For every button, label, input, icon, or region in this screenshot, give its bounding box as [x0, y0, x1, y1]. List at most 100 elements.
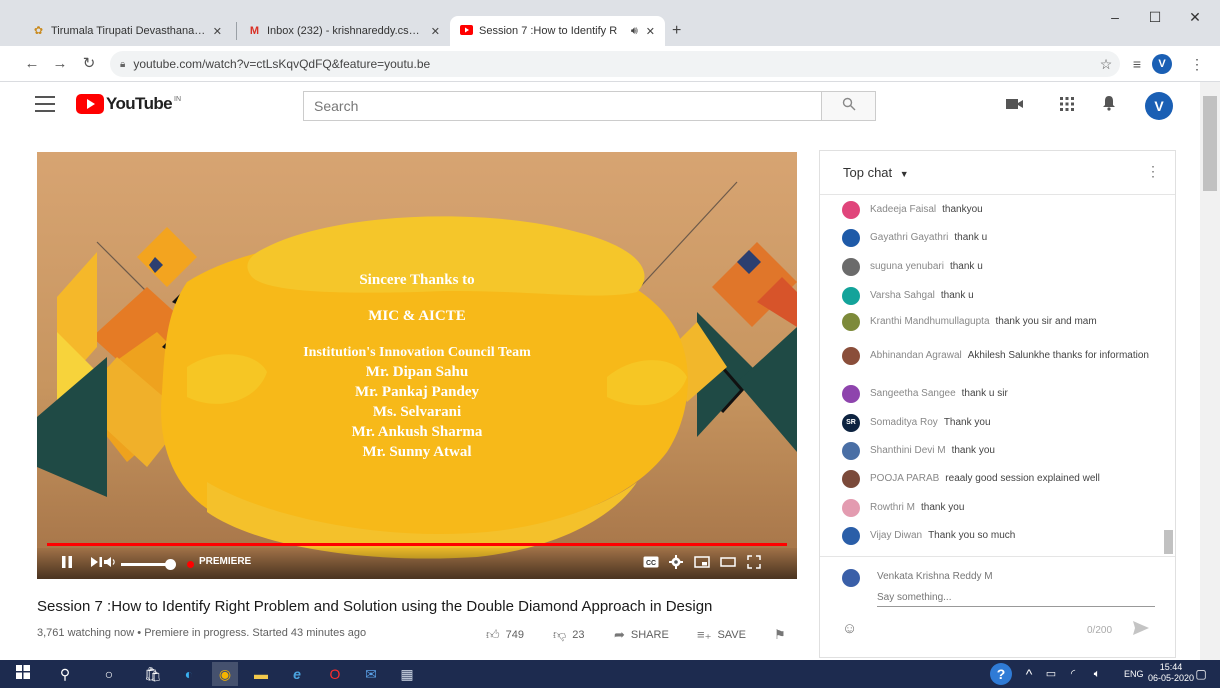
bookmark-star-icon[interactable]: ☆ — [1094, 52, 1118, 76]
minimize-button[interactable]: – — [1095, 6, 1135, 28]
edge-icon[interactable]: ◐ — [176, 662, 202, 686]
internet-explorer-icon[interactable]: e — [284, 662, 310, 686]
slide-name: Mr. Pankaj Pandey — [354, 384, 480, 400]
user-avatar[interactable]: V — [1145, 92, 1173, 120]
chat-more-options-icon[interactable]: ⋮ — [1146, 163, 1160, 180]
pause-button[interactable] — [59, 555, 75, 573]
closed-captions-icon: CC — [643, 556, 659, 568]
chat-mode-label: Top chat — [843, 165, 893, 180]
share-button[interactable]: ➦ SHARE — [614, 627, 669, 643]
forward-button[interactable]: → — [48, 52, 72, 76]
user-avatar — [842, 229, 860, 247]
close-window-button[interactable]: ✕ — [1175, 6, 1215, 28]
chat-scrollbar-thumb[interactable] — [1164, 530, 1173, 554]
report-button[interactable]: ⚑ — [774, 627, 792, 643]
help-icon[interactable]: ? — [990, 663, 1012, 685]
close-tab-icon[interactable]: ✕ — [431, 25, 440, 38]
calculator-icon[interactable]: ▦ — [394, 662, 420, 686]
video-player[interactable]: Sincere Thanks to MIC & AICTE Institutio… — [37, 152, 797, 579]
back-button[interactable]: ← — [20, 52, 44, 76]
gear-icon — [669, 555, 683, 569]
guide-menu-icon[interactable] — [35, 96, 55, 112]
chat-author: Shanthini Devi M — [870, 445, 946, 456]
windows-start-icon[interactable] — [10, 662, 36, 686]
fullscreen-button[interactable] — [745, 555, 763, 573]
tab-youtube-session[interactable]: Session 7 :How to Identify R 🔊︎ ✕ — [450, 16, 665, 46]
chat-author: Kadeeja Faisal — [870, 204, 937, 215]
premiere-badge: PREMIERE — [199, 556, 252, 567]
user-avatar — [842, 287, 860, 305]
chat-mode-dropdown[interactable]: Top chat ▼ — [843, 165, 909, 180]
search-button[interactable] — [821, 91, 876, 121]
apps-grid-icon[interactable] — [1054, 94, 1080, 120]
maximize-button[interactable]: ☐ — [1135, 6, 1175, 28]
save-button[interactable]: ≡₊ SAVE — [697, 627, 746, 643]
chat-text: thank u sir — [961, 388, 1008, 399]
chat-text: Thank you so much — [928, 530, 1016, 541]
address-bar[interactable]: 🔒︎ youtube.com/watch?v=ctLsKqvQdFQ&featu… — [110, 51, 1120, 77]
user-avatar — [842, 442, 860, 460]
chat-author: Sangeetha Sangee — [870, 388, 956, 399]
dislike-button[interactable]: 👎︎ 23 — [553, 627, 584, 643]
audio-playing-icon[interactable]: 🔊︎ — [631, 25, 638, 38]
progress-bar[interactable] — [47, 543, 787, 546]
browser-menu-icon[interactable]: ⋮ — [1185, 52, 1209, 76]
close-tab-icon[interactable]: ✕ — [213, 25, 222, 38]
char-counter: 0/200 — [1087, 625, 1113, 636]
slide-heading: Sincere Thanks to — [359, 272, 475, 288]
my-avatar — [842, 569, 860, 587]
chat-message: SR Somaditya Roy Thank you — [842, 414, 1152, 432]
opera-icon[interactable]: O — [322, 662, 348, 686]
close-tab-icon[interactable]: ✕ — [646, 25, 655, 38]
emoji-picker-icon[interactable]: ☺ — [842, 620, 857, 637]
share-arrow-icon: ➦ — [614, 627, 625, 642]
chat-message-input[interactable] — [877, 589, 1155, 607]
volume-slider[interactable] — [121, 563, 171, 566]
search-icon — [842, 97, 855, 111]
miniplayer-button[interactable] — [693, 555, 711, 573]
cortana-icon[interactable]: ○ — [96, 662, 122, 686]
pause-icon — [62, 556, 72, 568]
file-explorer-icon[interactable]: ▬ — [248, 662, 274, 686]
notifications-bell-icon[interactable] — [1096, 94, 1122, 120]
volume-slider-handle[interactable] — [165, 559, 176, 570]
chat-text: thank you — [951, 445, 995, 456]
chat-author: Rowthri M — [870, 502, 916, 513]
chrome-icon[interactable]: ◉ — [212, 662, 238, 686]
chat-text: thank u — [954, 232, 988, 243]
action-center-icon[interactable]: ▢ — [1188, 662, 1214, 686]
mail-icon[interactable]: ✉ — [358, 662, 384, 686]
fullscreen-icon — [747, 555, 761, 569]
playlist-add-icon: ≡₊ — [697, 627, 712, 642]
send-button[interactable] — [1132, 620, 1150, 641]
chat-author: Gayathri Gayathri — [870, 232, 949, 243]
new-tab-button[interactable]: + — [672, 22, 681, 40]
reload-button[interactable]: ↻ — [77, 52, 101, 76]
chat-author: Varsha Sahgal — [870, 290, 935, 301]
volume-tray-icon[interactable]: 🔈︎ — [1084, 662, 1110, 686]
volume-button[interactable] — [101, 555, 119, 573]
search-input[interactable]: Search — [303, 91, 821, 121]
user-avatar — [842, 470, 860, 488]
youtube-play-icon — [76, 94, 104, 114]
create-video-icon[interactable] — [1002, 94, 1028, 120]
tab-tirumala[interactable]: ✿ Tirumala Tirupati Devasthanamol ✕ — [22, 16, 232, 46]
chat-author: Somaditya Roy — [870, 417, 938, 428]
browser-profile-avatar[interactable]: V — [1152, 54, 1172, 74]
search-icon[interactable]: ⚲ — [52, 662, 78, 686]
like-button[interactable]: 👍︎ 749 — [486, 627, 524, 643]
chat-scrollbar[interactable] — [1164, 200, 1173, 555]
store-icon[interactable]: 🛍︎ — [140, 662, 166, 686]
wifi-icon[interactable]: ◜ — [1060, 662, 1086, 686]
ttd-favicon-icon: ✿ — [33, 24, 44, 37]
input-language[interactable]: ENG — [1124, 669, 1144, 679]
theater-mode-button[interactable] — [719, 555, 737, 573]
url-text: youtube.com/watch?v=ctLsKqvQdFQ&feature=… — [133, 57, 431, 71]
tab-gmail[interactable]: M Inbox (232) - krishnareddy.cse@ ✕ — [238, 16, 450, 46]
captions-button[interactable]: CC — [642, 555, 660, 573]
settings-button[interactable] — [667, 555, 685, 573]
flag-icon: ⚑ — [774, 627, 786, 642]
media-queue-icon[interactable]: ≡ — [1125, 52, 1149, 76]
youtube-logo[interactable]: YouTube IN — [76, 93, 181, 115]
page-scrollbar-thumb[interactable] — [1203, 96, 1217, 191]
